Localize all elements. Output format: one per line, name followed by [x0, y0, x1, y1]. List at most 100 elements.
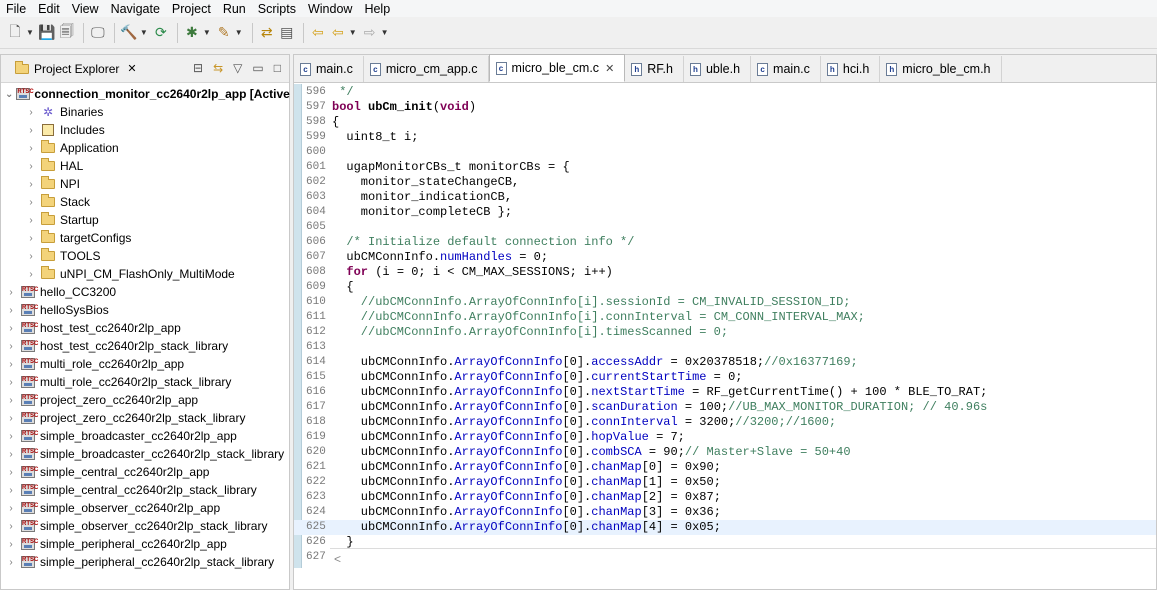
tree-item[interactable]: › NPI [1, 175, 289, 193]
tree-item[interactable]: › HAL [1, 157, 289, 175]
chevron-right-icon[interactable]: › [25, 107, 37, 118]
tree-item[interactable]: › RTSC host_test_cc2640r2lp_app [1, 319, 289, 337]
tree-item[interactable]: › RTSC simple_observer_cc2640r2lp_app [1, 499, 289, 517]
forward-dropdown-icon[interactable]: ▼ [381, 28, 389, 37]
tree-item[interactable]: › Application [1, 139, 289, 157]
save-all-icon[interactable]: 🗐 [58, 22, 76, 44]
tree-item[interactable]: › Stack [1, 193, 289, 211]
chevron-right-icon[interactable]: › [25, 251, 37, 262]
chevron-right-icon[interactable]: › [5, 377, 17, 388]
back-dropdown-icon[interactable]: ▼ [349, 28, 357, 37]
tree-item[interactable]: › RTSC simple_peripheral_cc2640r2lp_stack_… [1, 553, 289, 571]
tree-item[interactable]: › RTSC simple_broadcaster_cc2640r2lp_app [1, 427, 289, 445]
back-icon[interactable]: ⇦ [329, 22, 347, 44]
tab-micro-ble-cm-h[interactable]: h micro_ble_cm.h [880, 56, 1002, 82]
new-dropdown-icon[interactable]: ▼ [26, 28, 34, 37]
tab-micro-ble-cm-c[interactable]: c micro_ble_cm.c ✕ [488, 54, 626, 82]
chevron-right-icon[interactable]: › [25, 161, 37, 172]
view-menu-icon[interactable]: ▽ [233, 61, 242, 75]
project-explorer-tab[interactable]: Project Explorer ✕ [7, 55, 141, 83]
chevron-right-icon[interactable]: › [25, 215, 37, 226]
tree-item[interactable]: › RTSC helloSysBios [1, 301, 289, 319]
tree-item[interactable]: › RTSC simple_central_cc2640r2lp_stack_lib… [1, 481, 289, 499]
close-icon[interactable]: ✕ [605, 62, 614, 75]
chevron-right-icon[interactable]: › [25, 143, 37, 154]
scroll-left-arrow-icon[interactable]: < [334, 552, 341, 566]
menu-edit[interactable]: Edit [32, 1, 66, 17]
tree-item[interactable]: › RTSC host_test_cc2640r2lp_stack_library [1, 337, 289, 355]
chevron-right-icon[interactable]: › [5, 557, 17, 568]
chevron-right-icon[interactable]: › [5, 305, 17, 316]
tree-item[interactable]: › RTSC project_zero_cc2640r2lp_stack_libra… [1, 409, 289, 427]
chevron-right-icon[interactable]: › [5, 323, 17, 334]
refresh-icon[interactable]: ⟳ [152, 22, 170, 44]
build-hammer-icon[interactable]: 🔨 [120, 22, 138, 44]
chevron-right-icon[interactable]: › [25, 269, 37, 280]
chevron-right-icon[interactable]: › [5, 539, 17, 550]
chevron-right-icon[interactable]: › [25, 125, 37, 136]
tree-item[interactable]: › ✲ Binaries [1, 103, 289, 121]
menu-help[interactable]: Help [358, 1, 396, 17]
tree-item[interactable]: › RTSC multi_role_cc2640r2lp_app [1, 355, 289, 373]
tab-micro-cm-app-c[interactable]: c micro_cm_app.c [364, 56, 489, 82]
chevron-right-icon[interactable]: › [5, 359, 17, 370]
chevron-right-icon[interactable]: › [5, 341, 17, 352]
chevron-right-icon[interactable]: › [5, 467, 17, 478]
menu-file[interactable]: File [0, 1, 32, 17]
tab-uble-h[interactable]: h uble.h [684, 56, 752, 82]
chevron-right-icon[interactable]: › [5, 485, 17, 496]
tree-item[interactable]: › RTSC simple_observer_cc2640r2lp_stack_li… [1, 517, 289, 535]
menu-view[interactable]: View [66, 1, 105, 17]
horizontal-scrollbar[interactable]: < [330, 548, 1156, 568]
console-icon[interactable]: 🖵 [89, 22, 107, 44]
flash-tool-icon[interactable]: ✎ [215, 22, 233, 44]
menu-run[interactable]: Run [217, 1, 252, 17]
chevron-right-icon[interactable]: › [5, 431, 17, 442]
link-with-editor-icon[interactable]: ⇆ [213, 61, 223, 75]
menu-window[interactable]: Window [302, 1, 358, 17]
chevron-right-icon[interactable]: › [5, 395, 17, 406]
tree-item[interactable]: › TOOLS [1, 247, 289, 265]
collapse-all-icon[interactable]: ⊟ [193, 61, 203, 75]
tree-item[interactable]: › RTSC simple_broadcaster_cc2640r2lp_stack… [1, 445, 289, 463]
tab-main-c[interactable]: c main.c [294, 56, 364, 82]
tree-item[interactable]: › RTSC simple_peripheral_cc2640r2lp_app [1, 535, 289, 553]
chevron-right-icon[interactable]: › [5, 449, 17, 460]
tab-rf-h[interactable]: h RF.h [625, 56, 684, 82]
debug-bug-icon[interactable]: ✱ [183, 22, 201, 44]
chevron-right-icon[interactable]: › [25, 233, 37, 244]
chevron-right-icon[interactable]: › [5, 521, 17, 532]
chevron-down-icon[interactable]: ⌄ [5, 89, 13, 100]
chevron-right-icon[interactable]: › [5, 287, 17, 298]
maximize-icon[interactable]: □ [274, 61, 281, 75]
minimize-icon[interactable]: ▭ [252, 61, 263, 75]
tree-item[interactable]: › Startup [1, 211, 289, 229]
close-icon[interactable]: ✕ [127, 62, 136, 75]
menu-project[interactable]: Project [166, 1, 217, 17]
tab-main-c[interactable]: c main.c [751, 56, 821, 82]
code-editor[interactable]: 596 */597 bool ubCm_init(void) 598{599 uin… [294, 84, 1156, 568]
forward-icon[interactable]: ⇨ [361, 22, 379, 44]
tab-hci-h[interactable]: h hci.h [821, 56, 881, 82]
save-icon[interactable]: 💾 [38, 22, 56, 44]
menu-scripts[interactable]: Scripts [252, 1, 302, 17]
flash-dropdown-icon[interactable]: ▼ [235, 28, 243, 37]
new-file-icon[interactable]: 🗋 [6, 22, 24, 44]
tree-item[interactable]: › targetConfigs [1, 229, 289, 247]
tree-item[interactable]: › uNPI_CM_FlashOnly_MultiMode [1, 265, 289, 283]
open-task-icon[interactable]: ⇄ [258, 22, 276, 44]
chevron-right-icon[interactable]: › [25, 197, 37, 208]
open-resource-icon[interactable]: ▤ [278, 22, 296, 44]
tree-item[interactable]: › RTSC project_zero_cc2640r2lp_app [1, 391, 289, 409]
debug-dropdown-icon[interactable]: ▼ [203, 28, 211, 37]
chevron-right-icon[interactable]: › [5, 503, 17, 514]
chevron-right-icon[interactable]: › [5, 413, 17, 424]
tree-item[interactable]: › Includes [1, 121, 289, 139]
build-dropdown-icon[interactable]: ▼ [140, 28, 148, 37]
tree-item[interactable]: ⌄ RTSC connection_monitor_cc2640r2lp_app [… [1, 85, 332, 103]
chevron-right-icon[interactable]: › [25, 179, 37, 190]
tree-item[interactable]: › RTSC simple_central_cc2640r2lp_app [1, 463, 289, 481]
last-edit-location-icon[interactable]: ⇦ [309, 22, 327, 44]
tree-item[interactable]: › RTSC multi_role_cc2640r2lp_stack_library [1, 373, 289, 391]
menu-navigate[interactable]: Navigate [105, 1, 166, 17]
